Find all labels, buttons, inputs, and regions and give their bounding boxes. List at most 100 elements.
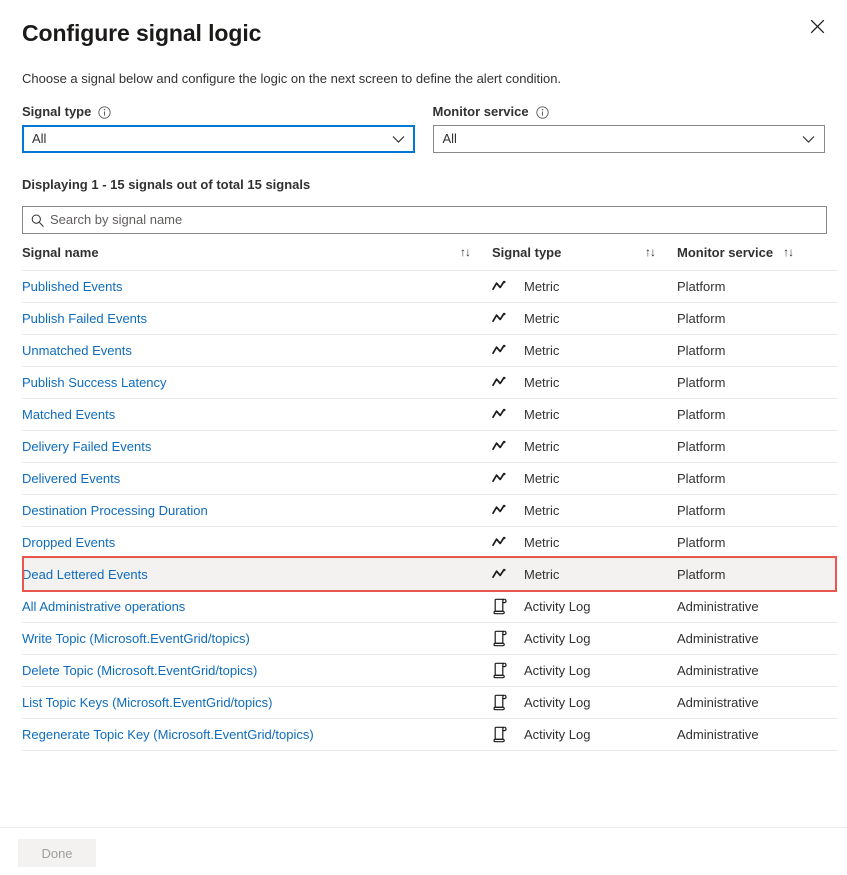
signal-name-link[interactable]: All Administrative operations: [22, 599, 185, 614]
metric-chart-icon: [492, 344, 510, 356]
table-row[interactable]: Publish Success Latency Metric Platform: [22, 366, 837, 398]
table-body: Published Events Metric Platform Publish Fa…: [22, 270, 837, 750]
signal-name-link[interactable]: Dead Lettered Events: [22, 567, 148, 582]
column-label-signal-name: Signal name: [22, 245, 99, 260]
activity-log-scroll-icon: [492, 726, 510, 743]
cell-signal-type: Metric: [492, 270, 677, 302]
column-header-monitor-service[interactable]: Monitor service ↑↓: [677, 244, 837, 270]
table-row[interactable]: Delivery Failed Events Metric Platform: [22, 430, 837, 462]
column-label-monitor-service: Monitor service: [677, 245, 773, 260]
signal-type-text: Metric: [524, 439, 559, 454]
metric-chart-icon: [492, 280, 510, 292]
signal-name-link[interactable]: Write Topic (Microsoft.EventGrid/topics): [22, 631, 250, 646]
signal-name-link[interactable]: Unmatched Events: [22, 343, 132, 358]
search-box[interactable]: [22, 206, 827, 234]
table-row[interactable]: Unmatched EventsMetricPlatform: [22, 334, 837, 366]
signal-name-link[interactable]: Destination Processing Duration: [22, 503, 208, 518]
signal-type-dropdown[interactable]: All: [22, 125, 415, 153]
table-row[interactable]: All Administrative operationsActivity Lo…: [22, 590, 837, 622]
signal-name-link[interactable]: Delivered Events: [22, 471, 120, 486]
close-button[interactable]: [801, 10, 833, 42]
cell-monitor-service: Administrative: [677, 718, 837, 750]
signal-name-link[interactable]: Regenerate Topic Key (Microsoft.EventGri…: [22, 727, 314, 742]
cell-monitor-service: Platform: [677, 494, 837, 526]
cell-signal-name: Publish Success Latency: [22, 366, 492, 398]
monitor-service-dropdown[interactable]: All: [433, 125, 826, 153]
cell-signal-name: Delivered Events: [22, 462, 492, 494]
metric-chart-icon: [492, 536, 510, 548]
cell-signal-type: Metric: [492, 558, 677, 590]
info-icon[interactable]: [536, 106, 549, 119]
cell-monitor-service: Platform: [677, 430, 837, 462]
signal-name-link[interactable]: Dropped Events: [22, 535, 115, 550]
cell-monitor-service: Platform: [677, 526, 837, 558]
activity-log-scroll-icon: [492, 630, 510, 647]
signal-name-link[interactable]: Delivery Failed Events: [22, 439, 151, 454]
table-row[interactable]: Publish Failed EventsMetricPlatform: [22, 302, 837, 334]
activity-log-scroll-icon: [492, 694, 510, 711]
metric-chart-icon: [492, 408, 510, 420]
cell-signal-name: Dropped Events: [22, 526, 492, 558]
signal-name-link[interactable]: Publish Success Latency: [22, 375, 167, 390]
table-row[interactable]: List Topic Keys (Microsoft.EventGrid/top…: [22, 686, 837, 718]
cell-signal-name: Destination Processing Duration: [22, 494, 492, 526]
table-row[interactable]: Dead Lettered EventsMetricPlatform: [22, 558, 837, 590]
signal-type-text: Metric: [524, 567, 559, 582]
table-row[interactable]: Delete Topic (Microsoft.EventGrid/topics…: [22, 654, 837, 686]
info-icon[interactable]: [98, 106, 111, 119]
panel-header: Configure signal logic: [0, 0, 847, 48]
signal-type-text: Metric: [524, 375, 559, 390]
cell-signal-name: All Administrative operations: [22, 590, 492, 622]
filter-row: Signal type All Monitor service: [22, 104, 825, 153]
metric-chart-icon: [492, 376, 510, 388]
cell-signal-name: Matched Events: [22, 398, 492, 430]
panel-description: Choose a signal below and configure the …: [22, 70, 825, 88]
signal-type-text: Metric: [524, 311, 559, 326]
signal-name-link[interactable]: List Topic Keys (Microsoft.EventGrid/top…: [22, 695, 272, 710]
signal-name-link[interactable]: Publish Failed Events: [22, 311, 147, 326]
close-icon: [810, 19, 825, 34]
table-row[interactable]: Published EventsMetricPlatform: [22, 270, 837, 302]
cell-signal-name: Regenerate Topic Key (Microsoft.EventGri…: [22, 718, 492, 750]
table-row[interactable]: Dropped EventsMetricPlatform: [22, 526, 837, 558]
cell-signal-name: Write Topic (Microsoft.EventGrid/topics): [22, 622, 492, 654]
signal-type-label: Signal type: [22, 104, 91, 120]
cell-signal-type: Metric: [492, 366, 677, 398]
signal-type-text: Activity Log: [524, 663, 590, 678]
cell-signal-name: Published Events: [22, 270, 492, 302]
search-icon: [31, 214, 44, 227]
cell-signal-name: List Topic Keys (Microsoft.EventGrid/top…: [22, 686, 492, 718]
signal-name-link[interactable]: Delete Topic (Microsoft.EventGrid/topics…: [22, 663, 257, 678]
signal-type-text: Metric: [524, 407, 559, 422]
sort-arrows-icon[interactable]: ↑↓: [645, 246, 655, 258]
activity-log-scroll-icon: [492, 598, 510, 615]
column-header-signal-name[interactable]: Signal name ↑↓: [22, 244, 492, 270]
table-row[interactable]: Delivered EventsMetricPlatform: [22, 462, 837, 494]
sort-arrows-icon[interactable]: ↑↓: [783, 246, 793, 258]
table-row[interactable]: Matched EventsMetricPlatform: [22, 398, 837, 430]
monitor-service-label: Monitor service: [433, 104, 529, 120]
column-header-signal-type[interactable]: Signal type ↑↓: [492, 244, 677, 270]
signal-type-text: Metric: [524, 279, 559, 294]
table-row[interactable]: Regenerate Topic Key (Microsoft.EventGri…: [22, 718, 837, 750]
monitor-service-label-row: Monitor service: [433, 104, 826, 120]
cell-signal-type: Activity Log: [492, 718, 677, 750]
metric-chart-icon: [492, 312, 510, 324]
table-row[interactable]: Destination Processing DurationMetricPla…: [22, 494, 837, 526]
cell-monitor-service: Administrative: [677, 654, 837, 686]
cell-monitor-service: Administrative: [677, 622, 837, 654]
signal-type-text: Activity Log: [524, 631, 590, 646]
table-row[interactable]: Write Topic (Microsoft.EventGrid/topics)…: [22, 622, 837, 654]
monitor-service-filter: Monitor service All: [433, 104, 826, 153]
signal-name-link[interactable]: Matched Events: [22, 407, 115, 422]
signal-type-text: Activity Log: [524, 727, 590, 742]
metric-chart-icon: [492, 568, 510, 580]
signals-table: Signal name ↑↓ Signal type ↑↓ Monitor se…: [22, 244, 837, 751]
search-input[interactable]: [50, 212, 818, 228]
signal-name-link[interactable]: Published Events: [22, 279, 122, 294]
cell-monitor-service: Platform: [677, 366, 837, 398]
sort-arrows-icon[interactable]: ↑↓: [460, 246, 470, 258]
done-button[interactable]: Done: [18, 839, 96, 867]
page-title: Configure signal logic: [22, 18, 825, 48]
cell-signal-type: Activity Log: [492, 654, 677, 686]
